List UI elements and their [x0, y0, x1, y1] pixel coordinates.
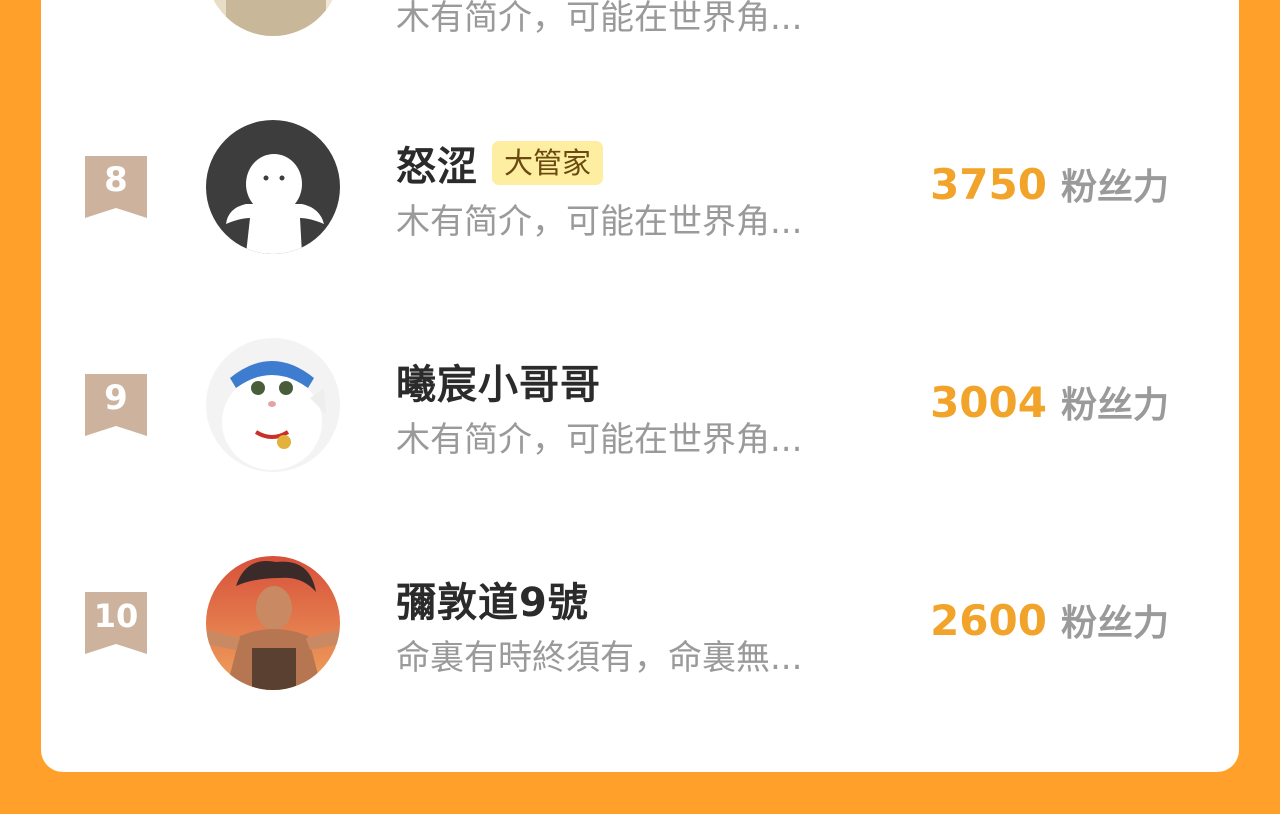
bio-text: 木有简介，可能在世界角... — [396, 202, 803, 242]
fan-power-unit: 粉丝力 — [1060, 603, 1169, 644]
user-name[interactable]: 彌敦道9號 — [396, 570, 589, 628]
bio-text: 命裏有時終須有，命裏無... — [396, 638, 803, 678]
name-line: 彌敦道9號 — [396, 570, 589, 628]
rank-number: 10 — [93, 597, 139, 635]
list-item-partial[interactable]: 木有简介，可能在世界角... — [41, 0, 1239, 38]
fan-power-unit: 粉丝力 — [1060, 385, 1169, 426]
fan-power-value: 2600 — [930, 596, 1047, 645]
rank-number: 9 — [104, 378, 128, 418]
ranking-card: 木有简介，可能在世界角... 8 怒涩 大管家 木有简介，可能在世界角... 3… — [41, 0, 1239, 772]
fan-power: 3004 粉丝力 — [930, 376, 1169, 427]
user-name[interactable]: 怒涩 — [396, 134, 478, 192]
bio-text: 木有简介，可能在世界角... — [396, 0, 803, 38]
rank-ribbon: 10 — [85, 592, 147, 654]
fan-power: 2600 粉丝力 — [930, 594, 1169, 645]
name-line: 怒涩 大管家 — [396, 134, 604, 192]
rank-ribbon: 8 — [85, 156, 147, 218]
name-line: 曦宸小哥哥 — [396, 352, 601, 410]
bio-text: 木有简介，可能在世界角... — [396, 420, 803, 460]
avatar[interactable] — [206, 338, 340, 472]
rank-ribbon: 9 — [85, 374, 147, 436]
list-item[interactable]: 9 曦宸小哥哥 木有简介，可能在世界角... 3004 粉丝力 — [41, 334, 1239, 484]
avatar[interactable] — [206, 556, 340, 690]
avatar[interactable] — [206, 120, 340, 254]
fan-power-value: 3750 — [930, 160, 1047, 209]
list-item[interactable]: 10 彌敦道9號 命裏有時終須有，命裏無... 2600 粉丝力 — [41, 552, 1239, 702]
fan-power-unit: 粉丝力 — [1060, 167, 1169, 208]
avatar[interactable] — [206, 0, 340, 36]
fan-power-value: 3004 — [930, 378, 1047, 427]
rank-number: 8 — [104, 160, 128, 200]
user-name[interactable]: 曦宸小哥哥 — [396, 352, 601, 410]
role-badge: 大管家 — [492, 141, 604, 185]
fan-power: 3750 粉丝力 — [930, 158, 1169, 209]
list-item[interactable]: 8 怒涩 大管家 木有简介，可能在世界角... 3750 粉丝力 — [41, 116, 1239, 266]
